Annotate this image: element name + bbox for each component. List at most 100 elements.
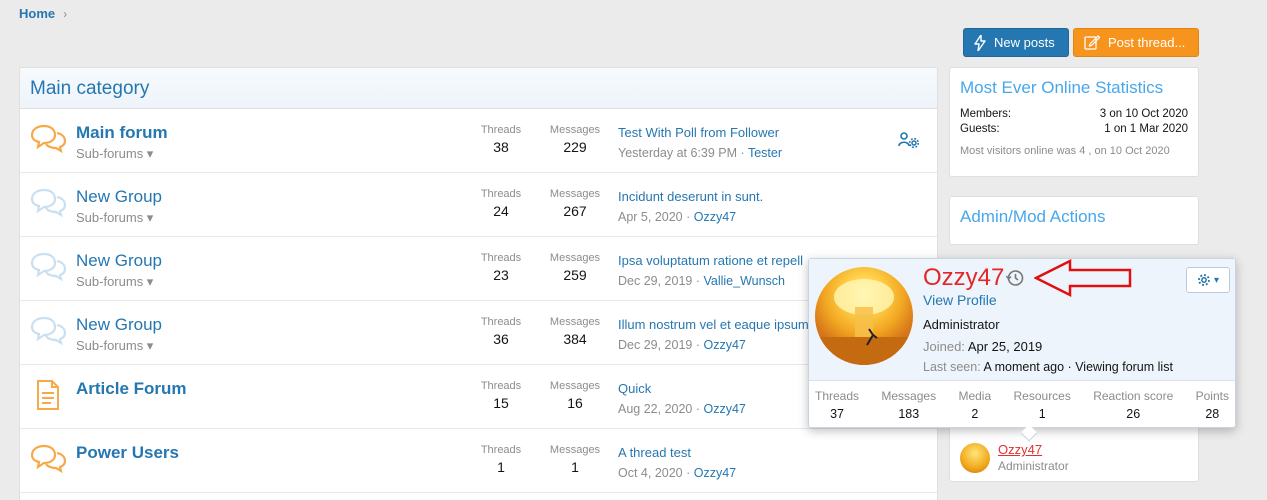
forum-title[interactable]: New Group: [76, 251, 162, 271]
history-icon[interactable]: [1005, 268, 1025, 288]
member-tools-button[interactable]: ▾: [1186, 267, 1230, 293]
forum-title[interactable]: Main forum: [76, 123, 168, 143]
messages-count: 384: [563, 331, 587, 347]
threads-label: Threads: [480, 188, 522, 200]
members-value: 3 on 10 Oct 2020: [1099, 108, 1188, 120]
sub-forums-menu[interactable]: Sub-forums ▾: [76, 210, 153, 226]
messages-stat: Messages 16: [544, 380, 606, 411]
last-post-user[interactable]: Ozzy47: [694, 466, 736, 480]
last-post-user[interactable]: Ozzy47: [703, 402, 745, 416]
online-stats-widget: Most Ever Online Statistics Members: 3 o…: [949, 67, 1199, 177]
staff-role: Administrator: [998, 459, 1069, 473]
member-stat-value: 1: [1038, 407, 1046, 421]
messages-label: Messages: [549, 380, 601, 392]
member-stat-value: 2: [971, 407, 979, 421]
guests-row: Guests: 1 on 1 Mar 2020: [960, 123, 1188, 135]
joined-label: Joined:: [923, 339, 965, 354]
avatar-image: [815, 279, 913, 365]
last-post-date[interactable]: Aug 22, 2020: [618, 402, 692, 416]
guests-label: Guests:: [960, 123, 1000, 135]
post-thread-button[interactable]: Post thread...: [1073, 28, 1199, 57]
threads-count: 24: [493, 203, 509, 219]
user-settings-icon[interactable]: [898, 131, 920, 149]
new-posts-label: New posts: [994, 35, 1055, 50]
members-label: Members:: [960, 108, 1012, 120]
category-header[interactable]: Main category: [20, 68, 937, 109]
last-post-user[interactable]: Ozzy47: [694, 210, 736, 224]
forum-title[interactable]: New Group: [76, 187, 162, 207]
last-post-title[interactable]: Incidunt deserunt in sunt.: [618, 189, 898, 204]
threads-label: Threads: [480, 316, 522, 328]
last-post-title[interactable]: A thread test: [618, 445, 898, 460]
member-tooltip: Ozzy47 View Profile Administrator Joined…: [808, 258, 1236, 442]
threads-stat: Threads 36: [476, 316, 526, 347]
post-thread-label: Post thread...: [1108, 35, 1186, 50]
last-post-user[interactable]: Tester: [748, 146, 782, 160]
last-post: Incidunt deserunt in sunt. Apr 5, 2020 ·…: [618, 189, 898, 224]
member-stat-label: Resources: [1013, 389, 1071, 403]
member-stat-value: 26: [1126, 407, 1141, 421]
members-row: Members: 3 on 10 Oct 2020: [960, 108, 1188, 120]
threads-label: Threads: [480, 380, 522, 392]
joined-value: Apr 25, 2019: [967, 339, 1043, 354]
edit-icon: [1084, 35, 1100, 50]
last-post-meta: Yesterday at 6:39 PM · Tester: [618, 146, 782, 160]
last-post-meta: Apr 5, 2020 · Ozzy47: [618, 210, 737, 224]
last-post-meta: Oct 4, 2020 · Ozzy47: [618, 466, 737, 480]
last-post-user[interactable]: Ozzy47: [703, 338, 745, 352]
guests-value: 1 on 1 Mar 2020: [1104, 123, 1188, 135]
forum-node: Main forum Sub-forums ▾ Threads 38 Messa…: [20, 109, 937, 173]
last-post-date[interactable]: Yesterday at 6:39 PM: [618, 146, 737, 160]
threads-count: 23: [493, 267, 509, 283]
member-name[interactable]: Ozzy47: [923, 264, 1004, 292]
sub-forums-menu[interactable]: Sub-forums ▾: [76, 274, 153, 290]
forum-title[interactable]: New Group: [76, 315, 162, 335]
last-post-title[interactable]: Test With Poll from Follower: [618, 125, 898, 140]
online-note: Most visitors online was 4 , on 10 Oct 2…: [960, 145, 1170, 157]
member-stat-value: 37: [830, 407, 844, 421]
seen-value: A moment ago · Viewing forum list: [983, 360, 1173, 374]
admin-actions-title[interactable]: Admin/Mod Actions: [950, 197, 1198, 227]
member-stat-label: Reaction score: [1093, 389, 1174, 403]
breadcrumb-home[interactable]: Home: [19, 6, 55, 21]
forum-node: New Group Sub-forums ▾ Threads 23 Messag…: [20, 237, 937, 301]
staff-name[interactable]: Ozzy47: [998, 442, 1069, 457]
sub-forums-menu[interactable]: Sub-forums ▾: [76, 146, 153, 162]
staff-avatar[interactable]: [960, 442, 990, 473]
member-stat: Messages 183: [881, 389, 936, 421]
last-post: Test With Poll from Follower Yesterday a…: [618, 125, 898, 160]
messages-stat: Messages 384: [544, 316, 606, 347]
admin-actions-widget: Admin/Mod Actions: [949, 196, 1199, 245]
forum-title[interactable]: Article Forum: [76, 379, 187, 399]
chat-bubbles-icon: [30, 252, 67, 282]
chat-bubbles-icon: [30, 316, 67, 346]
online-stats-title[interactable]: Most Ever Online Statistics: [950, 68, 1198, 98]
last-post-date[interactable]: Dec 29, 2019: [618, 338, 692, 352]
gear-icon: [1198, 274, 1210, 286]
last-post-date[interactable]: Dec 29, 2019: [618, 274, 692, 288]
chevron-right-icon: ›: [63, 6, 68, 21]
view-profile-link[interactable]: View Profile: [923, 292, 997, 308]
threads-stat: Threads 24: [476, 188, 526, 219]
member-stat: Points 28: [1196, 389, 1229, 421]
sub-forums-menu[interactable]: Sub-forums ▾: [76, 338, 153, 354]
forum-title[interactable]: Power Users: [76, 443, 179, 463]
seen-label: Last seen:: [923, 360, 981, 374]
chat-bubbles-icon: [30, 444, 67, 474]
threads-stat: Threads 1: [476, 444, 526, 475]
member-stat-label: Threads: [815, 389, 860, 403]
last-post-date[interactable]: Oct 4, 2020: [618, 466, 683, 480]
last-post-user[interactable]: Vallie_Wunsch: [703, 274, 785, 288]
member-avatar[interactable]: [815, 267, 913, 365]
member-stat-value: 28: [1205, 407, 1220, 421]
messages-count: 229: [563, 139, 587, 155]
member-stat-label: Points: [1195, 389, 1229, 403]
last-post-date[interactable]: Apr 5, 2020: [618, 210, 683, 224]
messages-label: Messages: [549, 252, 601, 264]
messages-count: 267: [563, 203, 587, 219]
forum-node: Power Users Threads 1 Messages 1 A threa…: [20, 429, 937, 493]
member-stat-label: Messages: [881, 389, 937, 403]
threads-count: 15: [493, 395, 509, 411]
new-posts-button[interactable]: New posts: [963, 28, 1069, 57]
category-title[interactable]: Main category: [30, 78, 149, 99]
